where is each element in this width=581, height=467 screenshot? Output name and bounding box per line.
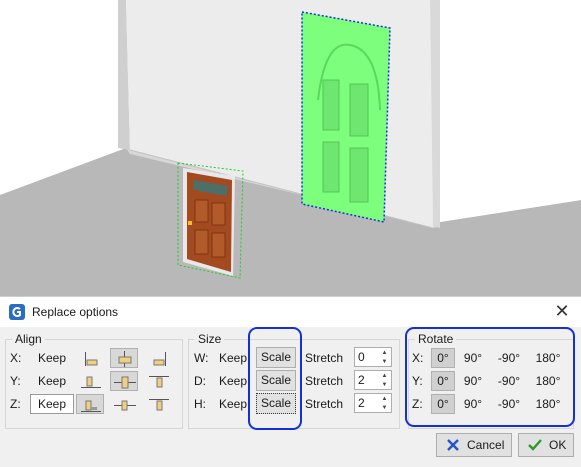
replace-options-dialog: Replace options ✕ Align X: Keep Y: Keep … xyxy=(0,296,581,467)
dialog-body: Align X: Keep Y: Keep Z: Keep Size W: Ke… xyxy=(0,327,581,467)
align-y-center-icon[interactable] xyxy=(110,371,138,391)
size-d-label: D: xyxy=(194,374,206,388)
align-x-max-icon[interactable] xyxy=(144,348,172,368)
size-w-stretch[interactable]: Stretch xyxy=(305,351,343,365)
size-h-stepper[interactable]: 2 ▲ ▼ xyxy=(354,393,392,413)
align-legend: Align xyxy=(12,332,45,346)
background xyxy=(440,0,581,222)
size-d-keep[interactable]: Keep xyxy=(219,374,247,388)
dialog-title: Replace options xyxy=(32,305,119,319)
spin-up-icon[interactable]: ▲ xyxy=(379,395,390,403)
scale-column-highlight xyxy=(248,327,302,430)
align-y-keep[interactable]: Keep xyxy=(30,371,74,391)
size-w-keep[interactable]: Keep xyxy=(219,351,247,365)
scene-render xyxy=(0,0,581,296)
align-z-keep[interactable]: Keep xyxy=(30,394,74,414)
3d-viewport[interactable] xyxy=(0,0,581,296)
rotate-group-highlight xyxy=(405,327,575,427)
cancel-button[interactable]: Cancel xyxy=(436,433,512,457)
size-d-stepper[interactable]: 2 ▲ ▼ xyxy=(354,370,392,390)
spin-up-icon[interactable]: ▲ xyxy=(379,372,390,380)
align-x-keep[interactable]: Keep xyxy=(30,348,74,368)
check-icon xyxy=(528,439,542,451)
align-x-center-icon[interactable] xyxy=(110,348,138,368)
align-x-label: X: xyxy=(10,351,22,365)
size-legend: Size xyxy=(195,332,225,346)
app-logo-icon xyxy=(9,304,25,320)
align-z-min-icon[interactable] xyxy=(76,394,104,414)
align-y-label: Y: xyxy=(10,374,21,388)
align-x-min-icon[interactable] xyxy=(76,348,104,368)
size-h-keep[interactable]: Keep xyxy=(219,397,247,411)
wooden-door xyxy=(177,162,244,279)
ok-button[interactable]: OK xyxy=(518,433,574,457)
align-z-label: Z: xyxy=(10,397,21,411)
spin-down-icon[interactable]: ▼ xyxy=(379,381,390,389)
align-z-center-icon[interactable] xyxy=(110,394,138,414)
align-y-max-icon[interactable] xyxy=(144,371,172,391)
cancel-x-icon xyxy=(447,439,459,451)
spin-up-icon[interactable]: ▲ xyxy=(379,349,390,357)
close-icon[interactable]: ✕ xyxy=(550,300,574,324)
size-w-label: W: xyxy=(194,351,209,365)
align-z-max-icon[interactable] xyxy=(144,394,172,414)
size-h-stretch[interactable]: Stretch xyxy=(305,397,343,411)
size-w-stepper[interactable]: 0 ▲ ▼ xyxy=(354,347,392,367)
spin-down-icon[interactable]: ▼ xyxy=(379,404,390,412)
size-h-label: H: xyxy=(194,397,206,411)
title-bar: Replace options ✕ xyxy=(0,297,581,327)
spin-down-icon[interactable]: ▼ xyxy=(379,358,390,366)
green-door-ghost xyxy=(301,11,391,223)
align-y-min-icon[interactable] xyxy=(76,371,104,391)
size-d-stretch[interactable]: Stretch xyxy=(305,374,343,388)
